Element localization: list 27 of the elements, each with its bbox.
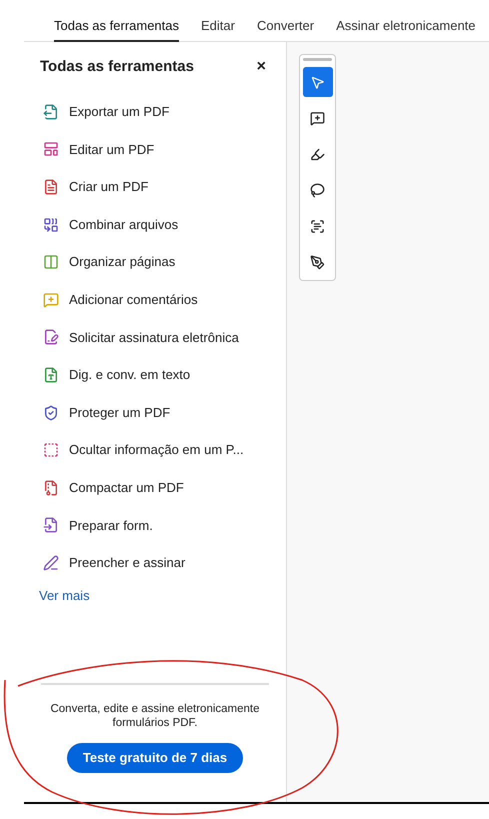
text-select-icon [310, 218, 325, 234]
promo-text: Converta, edite e assine eletronicamente formulários PDF. [49, 702, 261, 730]
see-more-link[interactable]: Ver mais [39, 586, 90, 606]
tool-list-item[interactable]: Compactar um PDF [24, 468, 286, 507]
panel-title: Todas as ferramentas [40, 56, 194, 77]
close-button[interactable]: × [256, 55, 266, 79]
tool-list-item[interactable]: Organizar páginas [24, 243, 286, 281]
tool-list-item[interactable]: Dig. e conv. em texto [24, 356, 286, 394]
tool-list-item[interactable]: Adicionar comentários [24, 280, 286, 319]
tool-list-item[interactable]: Ocultar informação em um P... [24, 431, 286, 469]
highlighter-icon [310, 146, 325, 162]
tool-list-item[interactable]: Preencher e assinar [24, 544, 286, 582]
pen-icon [310, 254, 325, 270]
tool-list-item[interactable]: Combinar arquivos [24, 206, 286, 244]
tab[interactable]: Converter [256, 0, 314, 42]
tool-list-item[interactable]: Solicitar assinatura eletrônica [24, 318, 286, 356]
tool-list-item[interactable]: Exportar um PDF [24, 93, 286, 131]
pointer-icon [310, 74, 325, 90]
tool-list-item[interactable]: Editar um PDF [24, 130, 286, 168]
tab[interactable]: Assinar eletronicamente [336, 0, 476, 42]
tool-list-item[interactable]: Criar um PDF [24, 168, 286, 206]
comment-icon [310, 110, 325, 126]
tool-list-item[interactable]: Preparar form. [24, 506, 286, 544]
tool-list-item[interactable]: Proteger um PDF [24, 394, 286, 432]
trial-button[interactable]: Teste gratuito de 7 dias [66, 743, 244, 773]
tab[interactable]: Editar [201, 0, 235, 42]
lasso-icon [310, 182, 325, 198]
